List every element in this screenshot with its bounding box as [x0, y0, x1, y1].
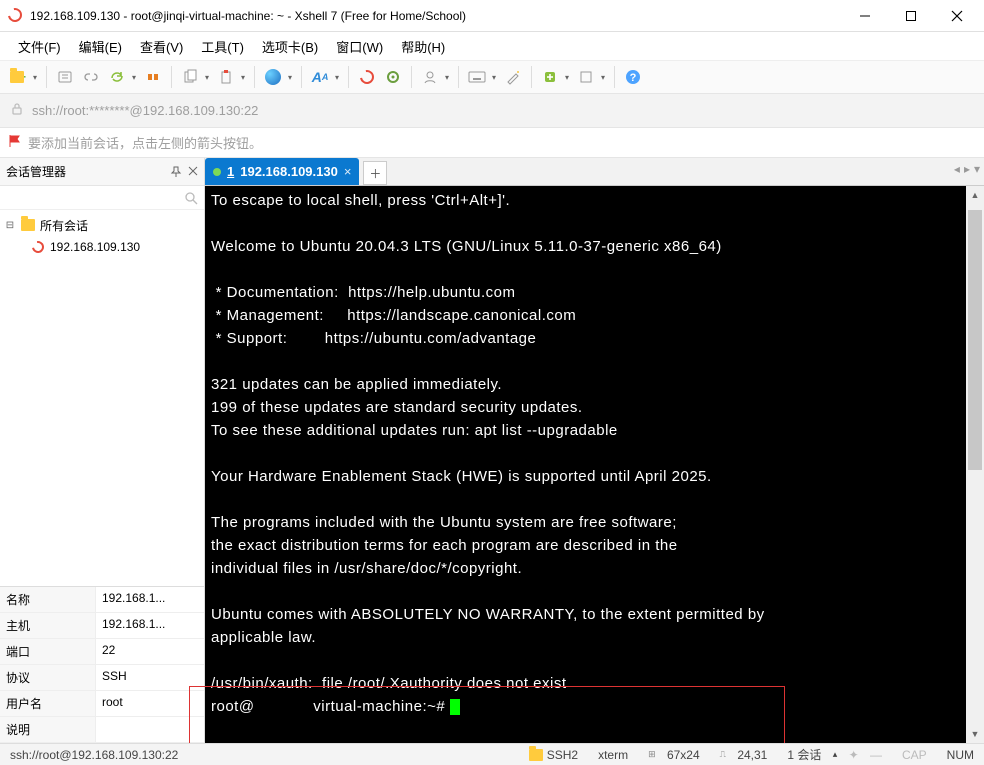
new-session-button[interactable]: +▾	[6, 65, 40, 89]
session-icon	[30, 241, 46, 253]
menu-tab[interactable]: 选项卡(B)	[254, 34, 326, 59]
status-num: NUM	[937, 748, 984, 762]
tree-root[interactable]: ⊟ 所有会话	[2, 214, 202, 236]
tab-prev-icon[interactable]: ◂	[954, 162, 960, 176]
svg-text:?: ?	[630, 72, 637, 84]
tool-add-button[interactable]: ▾	[538, 65, 572, 89]
menu-window[interactable]: 窗口(W)	[328, 34, 391, 59]
status-proto: SSH2	[547, 748, 578, 762]
tool-help-icon[interactable]: ?	[621, 65, 645, 89]
tree-session-label: 192.168.109.130	[50, 240, 140, 254]
tool-copy-button[interactable]: ▾	[178, 65, 212, 89]
scroll-up-icon[interactable]: ▲	[966, 186, 984, 204]
toolbar: +▾ ▾ ▾ ▾ ▾ AA▾ ▾ ▾ ▾ ▾ ?	[0, 60, 984, 94]
status-term: xterm	[588, 748, 638, 762]
prop-host-val: 192.168.1...	[96, 613, 204, 638]
tool-disconnect-icon[interactable]	[141, 65, 165, 89]
prop-proto-val: SSH	[96, 665, 204, 690]
prop-desc-val	[96, 717, 204, 742]
tab-index: 1	[227, 164, 234, 179]
sessions-minus-icon[interactable]: —	[870, 748, 882, 762]
session-properties: 名称192.168.1... 主机192.168.1... 端口22 协议SSH…	[0, 586, 204, 743]
prop-proto-key: 协议	[0, 665, 96, 690]
prop-name-val: 192.168.1...	[96, 587, 204, 612]
prop-host-key: 主机	[0, 613, 96, 638]
sessions-up-icon[interactable]: ▴	[833, 749, 838, 760]
maximize-button[interactable]	[888, 1, 934, 31]
status-cap: CAP	[892, 748, 937, 762]
tool-link-icon[interactable]	[79, 65, 103, 89]
scroll-down-icon[interactable]: ▼	[966, 725, 984, 743]
addressbar[interactable]: ssh://root:********@192.168.109.130:22	[0, 94, 984, 128]
tool-reconnect-button[interactable]: ▾	[105, 65, 139, 89]
prop-port-key: 端口	[0, 639, 96, 664]
sessions-down-icon[interactable]: ✦	[849, 748, 859, 762]
tool-globe-button[interactable]: ▾	[261, 65, 295, 89]
status-size: 67x24	[667, 748, 700, 762]
prop-name-key: 名称	[0, 587, 96, 612]
pin-icon[interactable]	[170, 166, 182, 178]
scroll-thumb[interactable]	[968, 210, 982, 470]
menu-tools[interactable]: 工具(T)	[193, 34, 252, 59]
terminal[interactable]: To escape to local shell, press 'Ctrl+Al…	[205, 186, 966, 743]
tool-magic-icon[interactable]	[501, 65, 525, 89]
tab-close-icon[interactable]: ×	[344, 164, 352, 179]
flag-icon	[8, 134, 22, 151]
close-button[interactable]	[934, 1, 980, 31]
connected-dot-icon	[213, 168, 221, 176]
session-search[interactable]	[0, 186, 204, 210]
collapse-icon[interactable]: ⊟	[4, 220, 16, 231]
tool-clear-button[interactable]: ▾	[574, 65, 608, 89]
app-icon	[8, 8, 24, 24]
tool-paste-button[interactable]: ▾	[214, 65, 248, 89]
menu-file[interactable]: 文件(F)	[10, 34, 69, 59]
tab-session-1[interactable]: 1 192.168.109.130 ×	[205, 158, 359, 185]
tool-swirl-icon[interactable]	[355, 65, 379, 89]
search-icon	[184, 191, 198, 205]
tab-new-button[interactable]: ＋	[363, 161, 387, 185]
tree-root-label: 所有会话	[40, 217, 88, 234]
window-title: 192.168.109.130 - root@jinqi-virtual-mac…	[30, 9, 842, 23]
tab-menu-icon[interactable]: ▾	[974, 162, 980, 176]
status-pos: 24,31	[737, 748, 767, 762]
redacted-hostname	[255, 699, 309, 715]
minimize-button[interactable]	[842, 1, 888, 31]
prop-port-val: 22	[96, 639, 204, 664]
tab-label: 192.168.109.130	[240, 164, 338, 179]
tool-user-button[interactable]: ▾	[418, 65, 452, 89]
prop-user-key: 用户名	[0, 691, 96, 716]
address-url: ssh://root:********@192.168.109.130:22	[32, 103, 258, 118]
tabbar: 1 192.168.109.130 × ＋ ◂ ▸ ▾	[205, 158, 984, 186]
menu-view[interactable]: 查看(V)	[132, 34, 191, 59]
session-manager-title: 会话管理器	[6, 163, 66, 180]
tool-font-button[interactable]: AA▾	[308, 65, 342, 89]
menu-edit[interactable]: 编辑(E)	[71, 34, 130, 59]
terminal-scrollbar[interactable]: ▲ ▼	[966, 186, 984, 743]
menu-help[interactable]: 帮助(H)	[393, 34, 453, 59]
folder-icon	[20, 219, 36, 231]
sidebar-close-icon[interactable]	[188, 166, 198, 178]
status-folder-icon	[529, 749, 543, 761]
prop-desc-key: 说明	[0, 717, 96, 742]
hintbar: 要添加当前会话，点击左侧的箭头按钮。	[0, 128, 984, 158]
status-connection: ssh://root@192.168.109.130:22	[0, 748, 188, 762]
cursor	[450, 699, 460, 715]
session-tree: ⊟ 所有会话 192.168.109.130	[0, 210, 204, 586]
tree-session[interactable]: 192.168.109.130	[2, 236, 202, 258]
lock-icon	[10, 102, 24, 119]
prop-user-val: root	[96, 691, 204, 716]
tool-gear-icon[interactable]	[381, 65, 405, 89]
tool-keyboard-button[interactable]: ▾	[465, 65, 499, 89]
hint-text: 要添加当前会话，点击左侧的箭头按钮。	[28, 133, 262, 152]
tool-sessions-icon[interactable]	[53, 65, 77, 89]
status-sessions: 1 会话	[787, 746, 821, 763]
statusbar: ssh://root@192.168.109.130:22 SSH2 xterm…	[0, 743, 984, 765]
tab-next-icon[interactable]: ▸	[964, 162, 970, 176]
session-manager: 会话管理器 ⊟ 所有会话 192.168.109.130 名称192.168.1…	[0, 158, 205, 743]
titlebar: 192.168.109.130 - root@jinqi-virtual-mac…	[0, 0, 984, 32]
menubar: 文件(F) 编辑(E) 查看(V) 工具(T) 选项卡(B) 窗口(W) 帮助(…	[0, 32, 984, 60]
main-area: 1 192.168.109.130 × ＋ ◂ ▸ ▾ To escape to…	[205, 158, 984, 743]
